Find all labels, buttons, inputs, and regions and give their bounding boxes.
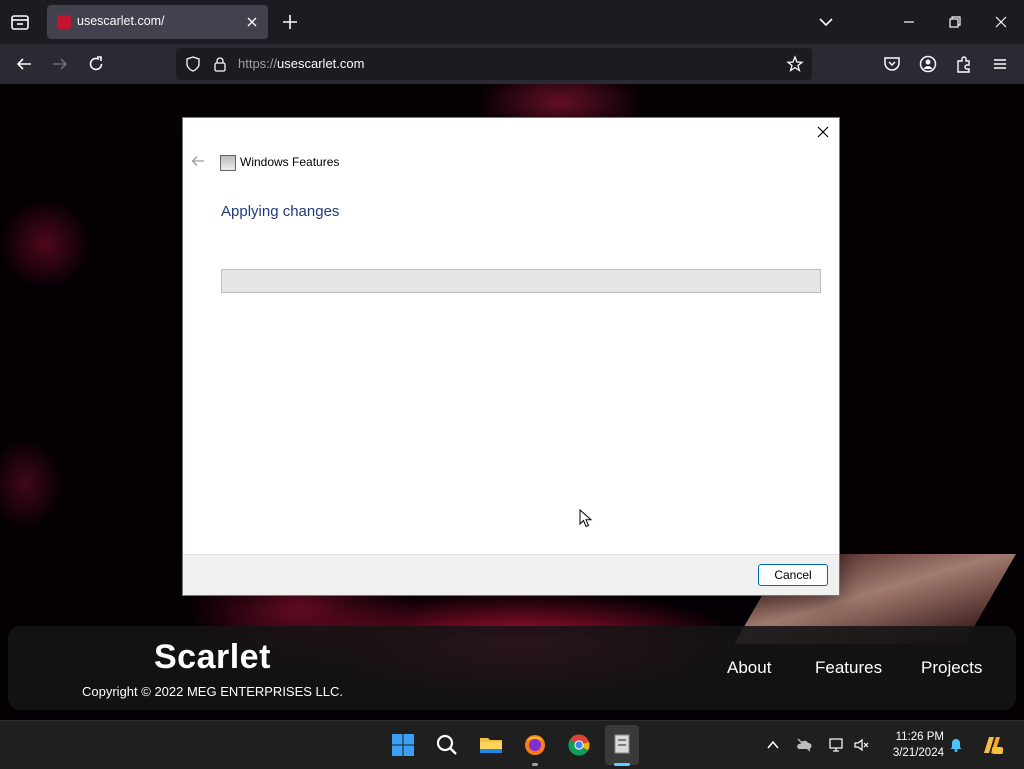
scarlet-favicon-icon — [57, 15, 71, 29]
clock-time: 11:26 PM — [895, 731, 944, 743]
firefox-icon[interactable] — [523, 733, 547, 757]
dialog-close-icon[interactable] — [815, 124, 831, 140]
chrome-icon[interactable] — [567, 733, 591, 757]
restore-icon[interactable] — [946, 13, 964, 31]
site-brand[interactable]: Scarlet — [154, 638, 271, 677]
lock-icon[interactable] — [213, 56, 227, 72]
nav-link-about[interactable]: About — [727, 658, 771, 678]
account-icon[interactable] — [918, 54, 938, 74]
extensions-icon[interactable] — [954, 54, 974, 74]
notification-bell-icon[interactable] — [948, 737, 964, 753]
search-icon[interactable] — [435, 733, 459, 757]
tab-close-icon[interactable] — [244, 14, 260, 30]
tracking-protection-shield-icon[interactable] — [185, 56, 201, 72]
clock-date: 3/21/2024 — [892, 747, 944, 759]
minimize-icon[interactable] — [900, 13, 918, 31]
progress-bar — [221, 269, 821, 293]
back-icon[interactable] — [14, 54, 34, 74]
menu-icon[interactable] — [990, 54, 1010, 74]
windows-features-taskbar-button[interactable] — [605, 725, 639, 765]
file-explorer-icon[interactable] — [479, 733, 503, 757]
show-hidden-icons-chevron-icon[interactable] — [765, 737, 781, 753]
tab-title: usescarlet.com/ — [77, 14, 165, 28]
browser-nav-bar: https://usescarlet.com — [0, 44, 1024, 84]
window-close-icon[interactable] — [992, 13, 1010, 31]
dialog-back-icon[interactable] — [191, 155, 205, 167]
tab-list-icon[interactable] — [8, 10, 32, 34]
dialog-app-title: Windows Features — [240, 155, 340, 169]
taskbar: 11:26 PM 3/21/2024 — [0, 720, 1024, 769]
windows-features-dialog: Windows Features Applying changes Cancel — [182, 117, 840, 596]
windows-features-icon — [614, 734, 630, 754]
windows-features-running-indicator — [614, 763, 630, 766]
firefox-running-indicator — [532, 763, 538, 766]
start-icon[interactable] — [391, 733, 415, 757]
reload-icon[interactable] — [86, 54, 106, 74]
forward-icon[interactable] — [50, 54, 70, 74]
network-icon[interactable] — [829, 737, 845, 753]
volume-muted-icon[interactable] — [853, 737, 869, 753]
pocket-icon[interactable] — [882, 54, 902, 74]
new-tab-icon[interactable] — [281, 13, 299, 31]
cancel-button[interactable]: Cancel — [758, 564, 828, 586]
system-clock[interactable]: 11:26 PM 3/21/2024 — [880, 729, 944, 761]
nav-link-projects[interactable]: Projects — [921, 658, 982, 678]
browser-tab[interactable]: usescarlet.com/ — [47, 5, 268, 39]
browser-tab-bar: usescarlet.com/ — [0, 0, 1024, 44]
nav-link-features[interactable]: Features — [815, 658, 882, 678]
onedrive-offline-icon[interactable] — [796, 737, 812, 753]
site-footer: Scarlet Copyright © 2022 MEG ENTERPRISES… — [8, 626, 1016, 710]
address-bar[interactable]: https://usescarlet.com — [176, 48, 812, 80]
bookmark-star-icon[interactable] — [786, 55, 804, 73]
copyright-text: Copyright © 2022 MEG ENTERPRISES LLC. — [82, 684, 344, 699]
url-text[interactable]: https://usescarlet.com — [238, 56, 364, 71]
windows-features-app-icon — [220, 155, 236, 171]
list-all-tabs-icon[interactable] — [817, 14, 835, 30]
dialog-heading: Applying changes — [221, 203, 340, 220]
mouse-cursor-icon — [579, 509, 593, 528]
dialog-button-bar: Cancel — [183, 554, 839, 595]
copilot-preview-icon[interactable] — [980, 733, 1004, 757]
